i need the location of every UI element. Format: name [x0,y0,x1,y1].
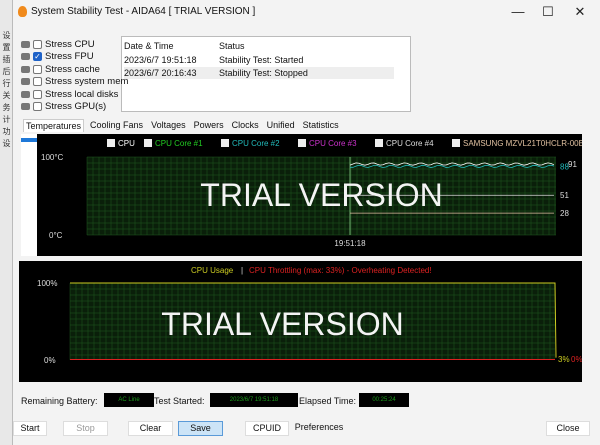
stress-option[interactable]: Stress CPU [21,38,95,50]
save-button[interactable]: Save [178,421,223,436]
device-icon [21,78,30,85]
elapsed-time-label: Elapsed Time: [299,396,357,406]
legend-checkbox [221,139,229,147]
end-value-label: 88 [560,162,569,171]
device-icon [21,65,30,73]
event-log: Date & Time Status 2023/6/7 19:51:18 Stabi… [121,36,411,112]
end-value-label: 51 [560,191,569,200]
log-status: Stability Test: Stopped [219,68,308,78]
legend-entry: CPU Core #2 [232,139,280,148]
stress-option-label: Stress GPU(s) [45,101,107,112]
header-status: Status [219,41,245,51]
battery-label: Remaining Battery: [21,396,98,406]
tab-unified[interactable]: Unified [265,119,297,132]
checkbox[interactable] [33,39,42,49]
log-date: 2023/6/7 19:51:18 [124,55,197,65]
end-value-label: 91 [568,160,577,169]
stress-option-label: Stress local disks [45,88,119,100]
stress-option[interactable]: Stress cache [21,63,100,75]
log-row[interactable]: 2023/6/7 20:16:43 Stability Test: Stopped [124,67,394,79]
legend-entry: CPU Core #4 [386,139,434,148]
stress-option[interactable]: Stress system mem [21,76,128,88]
legend-checkbox [452,139,460,147]
y-tick-label: 100°C [41,153,64,162]
test-started-value: 2023/6/7 19:51:18 [210,393,298,407]
tab-clocks[interactable]: Clocks [230,119,261,132]
stress-option[interactable]: Stress local disks [21,88,118,100]
end-value-label: 28 [560,209,569,218]
legend-checkbox [144,139,152,147]
device-icon [21,90,30,98]
legend-checkbox [107,139,115,147]
stop-button[interactable]: Stop [63,421,108,436]
y-tick-label: 0°C [49,231,63,240]
tab-cooling-fans[interactable]: Cooling Fans [88,119,145,132]
elapsed-time-value: 00:25:24 [359,393,409,407]
checkbox[interactable] [33,77,42,86]
throttling-end-label: 0% [571,355,582,364]
start-button[interactable]: Start [13,421,47,436]
trial-watermark: TRIAL VERSION [161,306,403,342]
log-header: Date & Time Status [124,40,394,52]
trial-watermark: TRIAL VERSION [200,177,442,213]
cpu-usage-end-label: 3% [558,355,570,364]
tab-voltages[interactable]: Voltages [149,119,188,132]
log-date: 2023/6/7 20:16:43 [124,68,197,78]
tab-statistics[interactable]: Statistics [301,119,341,132]
cpu-usage-chart: CPU Usage | CPU Throttling (max: 33%) - Ov… [19,261,582,382]
cpu-usage-title: CPU Usage [191,266,234,275]
cpuid-button[interactable]: CPUID [245,421,289,436]
checkbox[interactable] [33,89,42,99]
legend-checkbox [298,139,306,147]
temperature-chart: CPU CPU Core #1 CPU Core #2 CPU Core #3 CPU … [37,134,582,256]
stress-option-label: Stress FPU [45,51,94,62]
y-tick-label: 0% [44,356,56,365]
close-window-button[interactable]: ✕ [565,3,595,21]
test-started-label: Test Started: [154,396,205,406]
log-status: Stability Test: Started [219,55,304,65]
stress-option[interactable]: Stress GPU(s) [21,101,106,113]
window-title: System Stability Test - AIDA64 [ TRIAL V… [31,6,256,17]
tab-powers[interactable]: Powers [192,119,226,132]
device-icon [21,103,30,110]
checkbox[interactable] [33,102,42,111]
clear-button[interactable]: Clear [128,421,173,436]
legend-entry: SAMSUNG MZVL21T0HCLR-00BL2 [463,139,582,148]
aida64-flame-icon [18,6,27,17]
stress-option-label: Stress cache [45,63,100,75]
tab-temperatures[interactable]: Temperatures [23,119,85,132]
throttling-warning: CPU Throttling (max: 33%) - Overheating … [249,266,432,275]
device-icon [21,40,30,48]
battery-value: AC Line [104,393,154,407]
preferences-button[interactable]: Preferences [291,421,347,436]
sensor-list-panel [21,134,37,256]
device-icon [21,53,30,60]
legend-checkbox [375,139,383,147]
minimize-button[interactable]: — [503,3,533,21]
log-row[interactable]: 2023/6/7 19:51:18 Stability Test: Started [124,54,394,66]
close-button[interactable]: Close [546,421,590,436]
header-date: Date & Time [124,41,174,51]
stress-option-label: Stress CPU [45,38,95,50]
title-bar: System Stability Test - AIDA64 [ TRIAL V… [13,0,600,24]
stability-test-window: System Stability Test - AIDA64 [ TRIAL V… [12,0,600,445]
y-tick-label: 100% [37,279,57,288]
maximize-button[interactable]: ☐ [533,3,563,21]
legend-entry: CPU Core #3 [309,139,357,148]
title-separator: | [241,266,243,275]
legend-entry: CPU [118,139,135,148]
x-tick-label: 19:51:18 [334,239,366,248]
legend-entry: CPU Core #1 [155,139,203,148]
stress-option[interactable]: ✓ Stress FPU [21,51,94,63]
checkbox[interactable] [33,64,42,74]
tab-bar: Temperatures Cooling Fans Voltages Powers Cl… [23,119,341,132]
stress-option-label: Stress system mem [45,76,129,87]
checkbox[interactable]: ✓ [33,52,42,61]
